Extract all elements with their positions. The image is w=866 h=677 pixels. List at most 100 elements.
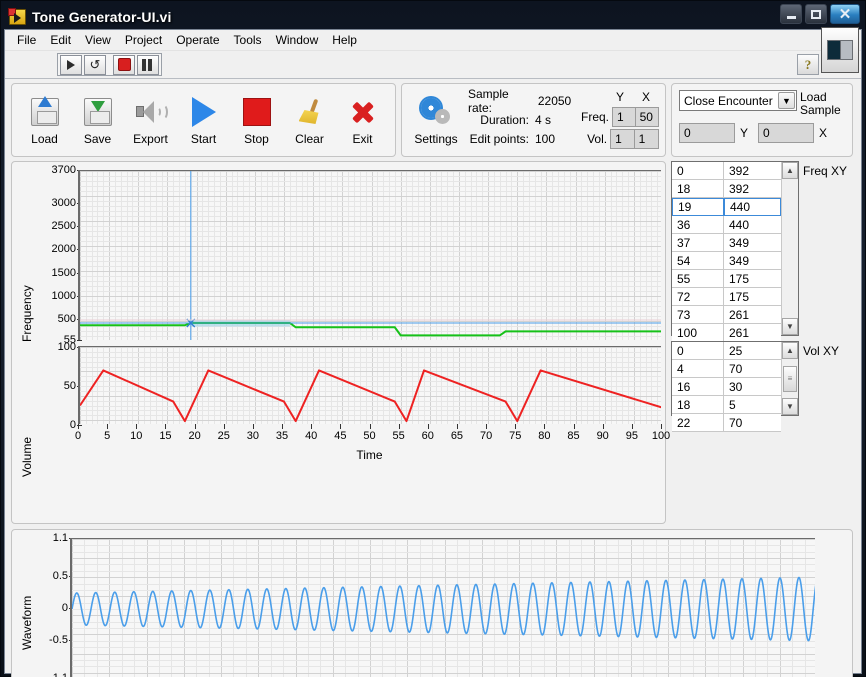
- freq-xy-cell[interactable]: 19: [672, 198, 724, 216]
- frequency-y-tick: 1500: [51, 266, 83, 279]
- freq-xy-cell[interactable]: 18: [672, 180, 724, 198]
- freq-xy-cell[interactable]: 349: [724, 252, 781, 270]
- pause-button[interactable]: [137, 54, 159, 75]
- vol-xy-cell[interactable]: 16: [672, 378, 724, 396]
- stop-button[interactable]: Stop: [230, 94, 283, 146]
- close-button[interactable]: ✕: [830, 4, 860, 24]
- menu-tools[interactable]: Tools: [227, 30, 269, 50]
- freq-xy-cell[interactable]: 72: [672, 288, 724, 306]
- run-button[interactable]: [60, 54, 82, 75]
- vol-xy-cell[interactable]: 22: [672, 414, 724, 432]
- volume-plot[interactable]: [78, 346, 661, 424]
- title-bar: Tone Generator-UI.vi ✕: [4, 3, 862, 30]
- table-row[interactable]: 18 5: [672, 396, 781, 414]
- freq-xy-cell[interactable]: 0: [672, 162, 724, 180]
- freq-xy-cell[interactable]: 261: [724, 324, 781, 342]
- menu-file[interactable]: File: [10, 30, 43, 50]
- table-row[interactable]: 36 440: [672, 216, 781, 234]
- freq-xy-cell[interactable]: 73: [672, 306, 724, 324]
- freq-xy-cell[interactable]: 54: [672, 252, 724, 270]
- vol-xy-cell[interactable]: 4: [672, 360, 724, 378]
- vol-scroll-down-button[interactable]: ▼: [782, 398, 798, 415]
- table-row[interactable]: 0 392: [672, 162, 781, 180]
- freq-xy-cell[interactable]: 440: [724, 198, 781, 216]
- table-row[interactable]: 72 175: [672, 288, 781, 306]
- sample-x-input[interactable]: 0: [758, 123, 815, 143]
- freq-table-scrollbar[interactable]: ▲ ▼: [781, 162, 798, 335]
- export-button[interactable]: Export: [124, 94, 177, 146]
- table-row[interactable]: 22 70: [672, 414, 781, 432]
- volume-x-tick: 30: [246, 430, 260, 442]
- frequency-y-tick: 2000: [51, 243, 83, 256]
- vol-xy-cell[interactable]: 70: [724, 414, 781, 432]
- menu-edit[interactable]: Edit: [43, 30, 78, 50]
- vol-scroll-up-button[interactable]: ▲: [782, 342, 798, 359]
- freq-y-input[interactable]: 1: [612, 107, 636, 127]
- table-row[interactable]: 73 261: [672, 306, 781, 324]
- freq-xy-table[interactable]: 0 392 18 392 19 440 36 440 37 349 54 349 55 175 72 175 7…: [671, 161, 799, 360]
- load-button[interactable]: Load: [18, 94, 71, 146]
- vol-xy-table-body[interactable]: 0 25 4 70 16 30 18 5 22 70: [672, 342, 781, 432]
- stop-button-label: Stop: [244, 132, 269, 146]
- vol-xy-table[interactable]: 0 25 4 70 16 30 18 5 22 70 ▲ ≡ ▼: [671, 341, 799, 432]
- freq-xy-cell[interactable]: 440: [724, 216, 781, 234]
- run-arrow-icon: [67, 59, 75, 70]
- run-continuously-button[interactable]: ↺: [84, 54, 106, 75]
- clear-button[interactable]: Clear: [283, 94, 336, 146]
- table-row[interactable]: 0 25: [672, 342, 781, 360]
- vol-xy-cell[interactable]: 30: [724, 378, 781, 396]
- vol-y-input[interactable]: 1: [610, 129, 635, 149]
- table-row[interactable]: 4 70: [672, 360, 781, 378]
- sample-y-input[interactable]: 0: [679, 123, 735, 143]
- save-button[interactable]: Save: [71, 94, 124, 146]
- context-help-button[interactable]: ?: [797, 54, 819, 75]
- freq-scroll-up-button[interactable]: ▲: [782, 162, 798, 179]
- freq-xy-table-body[interactable]: 0 392 18 392 19 440 36 440 37 349 54 349 55 175 72 175 7…: [672, 162, 781, 360]
- table-row[interactable]: 54 349: [672, 252, 781, 270]
- menu-operate[interactable]: Operate: [169, 30, 226, 50]
- table-row[interactable]: 18 392: [672, 180, 781, 198]
- freq-xy-cell[interactable]: 100: [672, 324, 724, 342]
- freq-xy-cell[interactable]: 175: [724, 270, 781, 288]
- frequency-plot[interactable]: [78, 170, 661, 340]
- table-row[interactable]: 16 30: [672, 378, 781, 396]
- vol-xy-cell[interactable]: 25: [724, 342, 781, 360]
- exit-button[interactable]: Exit: [336, 94, 389, 146]
- maximize-button[interactable]: [805, 4, 827, 24]
- vol-xy-cell[interactable]: 0: [672, 342, 724, 360]
- vol-xy-cell[interactable]: 18: [672, 396, 724, 414]
- freq-xy-cell[interactable]: 392: [724, 162, 781, 180]
- table-row[interactable]: 55 175: [672, 270, 781, 288]
- minimize-button[interactable]: [780, 4, 802, 24]
- freq-xy-cell[interactable]: 392: [724, 180, 781, 198]
- vol-x-input[interactable]: 1: [634, 129, 660, 149]
- sample-select[interactable]: Close Encounter ▼: [679, 90, 797, 111]
- table-row[interactable]: 100 261: [672, 324, 781, 342]
- start-button[interactable]: Start: [177, 94, 230, 146]
- chevron-down-icon[interactable]: ▼: [778, 92, 795, 109]
- front-panel-icon[interactable]: [821, 27, 859, 73]
- freq-xy-cell[interactable]: 175: [724, 288, 781, 306]
- vol-scroll-thumb[interactable]: ≡: [783, 365, 797, 392]
- menu-view[interactable]: View: [78, 30, 118, 50]
- menu-help[interactable]: Help: [325, 30, 364, 50]
- settings-button[interactable]: Settings: [408, 94, 464, 146]
- freq-xy-cell[interactable]: 261: [724, 306, 781, 324]
- vol-table-scrollbar[interactable]: ▲ ≡ ▼: [781, 342, 798, 415]
- menu-project[interactable]: Project: [118, 30, 169, 50]
- load-sample-label: Load Sample: [797, 90, 841, 117]
- freq-scroll-down-button[interactable]: ▼: [782, 318, 798, 335]
- freq-xy-cell[interactable]: 36: [672, 216, 724, 234]
- vol-xy-cell[interactable]: 5: [724, 396, 781, 414]
- freq-xy-cell[interactable]: 349: [724, 234, 781, 252]
- vol-xy-cell[interactable]: 70: [724, 360, 781, 378]
- waveform-y-tick: 1.1: [52, 532, 75, 544]
- waveform-plot[interactable]: [70, 538, 815, 677]
- table-row[interactable]: 19 440: [672, 198, 781, 216]
- freq-xy-cell[interactable]: 55: [672, 270, 724, 288]
- table-row[interactable]: 37 349: [672, 234, 781, 252]
- abort-button[interactable]: [113, 54, 135, 75]
- freq-x-input[interactable]: 50: [635, 107, 659, 127]
- menu-window[interactable]: Window: [269, 30, 326, 50]
- freq-xy-cell[interactable]: 37: [672, 234, 724, 252]
